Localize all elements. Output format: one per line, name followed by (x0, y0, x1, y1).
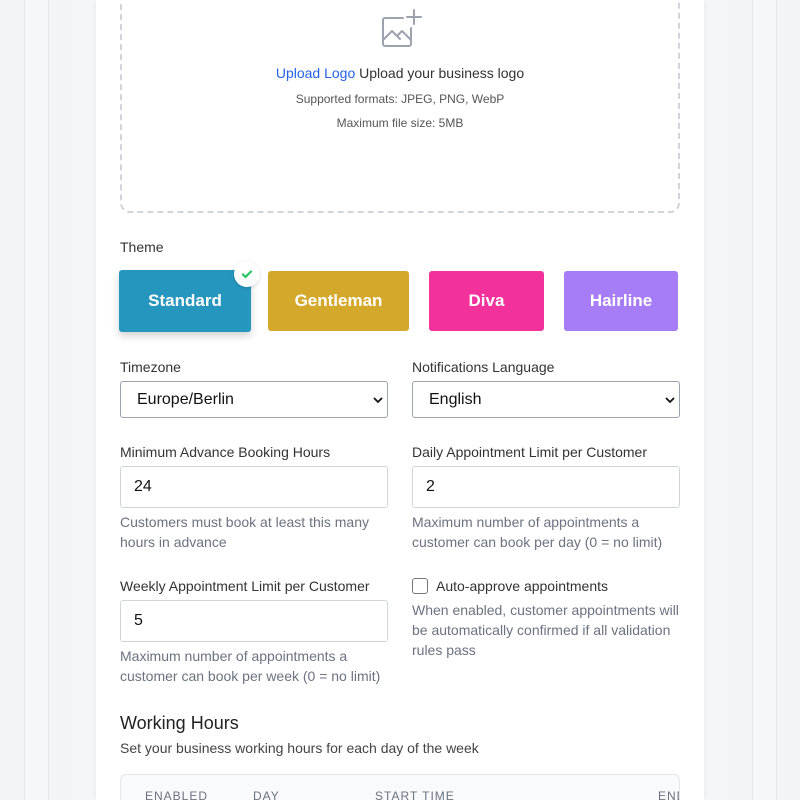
theme-diva-button[interactable]: Diva (429, 271, 544, 331)
upload-logo-link[interactable]: Upload Logo (276, 65, 355, 81)
daily-limit-input[interactable]: 2 (412, 466, 680, 508)
working-hours-subtitle: Set your business working hours for each… (120, 740, 479, 756)
daily-limit-help: Maximum number of appointments a custome… (412, 514, 663, 550)
check-icon (241, 270, 253, 279)
supported-formats: Supported formats: JPEG, PNG, WebP (295, 92, 505, 106)
working-hours-table-header: Enabled Day Start Time End Time (120, 774, 680, 800)
auto-approve-label[interactable]: Auto-approve appointments (436, 578, 608, 594)
theme-label: Theme (120, 239, 164, 255)
upload-description: Upload your business logo (359, 65, 525, 81)
timezone-label: Timezone (120, 359, 181, 375)
notifications-language-label: Notifications Language (412, 359, 555, 375)
chevron-down-icon (665, 397, 675, 403)
column-header-start-time: Start Time (375, 789, 455, 800)
theme-hairline-button[interactable]: Hairline (564, 271, 678, 331)
timezone-select[interactable]: Europe/Berlin (120, 381, 388, 418)
column-header-end-time: End Time (658, 789, 679, 800)
weekly-limit-input[interactable]: 5 (120, 600, 388, 642)
selected-badge (234, 261, 260, 287)
upload-line: Upload Logo Upload your business logo (120, 65, 680, 81)
daily-limit-label: Daily Appointment Limit per Customer (412, 444, 647, 460)
working-hours-title: Working Hours (120, 713, 239, 733)
weekly-limit-help: Maximum number of appointments a custome… (120, 648, 381, 684)
max-file-size: Maximum file size: 5MB (336, 116, 464, 130)
notifications-language-select[interactable]: English (412, 381, 680, 418)
theme-gentleman-button[interactable]: Gentleman (268, 271, 409, 331)
auto-approve-checkbox[interactable] (412, 578, 428, 594)
auto-approve-help: When enabled, customer appointments will… (412, 602, 679, 658)
timezone-value: Europe/Berlin (137, 391, 234, 408)
notifications-language-value: English (429, 391, 482, 408)
image-add-icon (382, 9, 422, 47)
min-advance-label: Minimum Advance Booking Hours (120, 444, 331, 460)
column-header-day: Day (253, 789, 280, 800)
theme-standard-button[interactable]: Standard (119, 270, 251, 332)
weekly-limit-label: Weekly Appointment Limit per Customer (120, 578, 370, 594)
min-advance-help: Customers must book at least this many h… (120, 514, 369, 550)
min-advance-input[interactable]: 24 (120, 466, 388, 508)
chevron-down-icon (373, 397, 383, 403)
column-header-enabled: Enabled (145, 789, 209, 800)
